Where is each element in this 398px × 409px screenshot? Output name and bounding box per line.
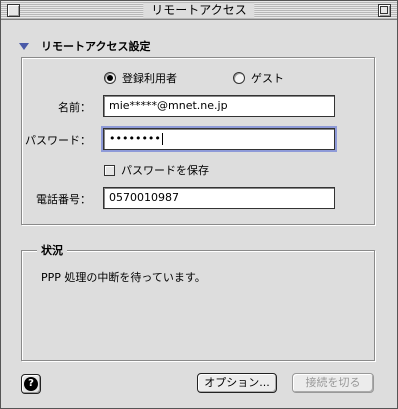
save-password-checkbox-control[interactable] [104,164,115,176]
zoom-box[interactable] [378,4,391,17]
name-label: 名前： [58,101,91,114]
close-box[interactable] [7,4,20,17]
phone-label: 電話番号： [36,193,91,206]
title-bar[interactable]: リモートアクセス [1,1,397,20]
text-caret [161,133,163,145]
settings-disclosure[interactable]: リモートアクセス設定 [19,38,150,54]
save-password-label: パスワードを保存 [121,164,209,177]
password-value: •••••••• [109,132,161,145]
radio-guest-label: ゲスト [251,72,284,85]
save-password-checkbox[interactable]: パスワードを保存 [104,162,209,178]
radio-registered-user[interactable]: 登録利用者 [104,70,177,86]
status-group [21,250,375,361]
disclosure-triangle-icon[interactable] [19,42,29,50]
options-button[interactable]: オプション... [197,373,277,393]
radio-registered-user-label: 登録利用者 [122,72,177,85]
status-message: PPP 処理の中断を待っています。 [41,271,206,284]
disconnect-button[interactable]: 接続を切る [292,373,374,393]
remote-access-window: リモートアクセス リモートアクセス設定 登録利用者 ゲスト 名前： mie***… [0,0,398,409]
help-icon: ? [24,377,38,391]
help-button[interactable]: ? [21,374,41,394]
radio-guest-control[interactable] [233,72,245,84]
window-title: リモートアクセス [143,3,255,18]
settings-section-title: リモートアクセス設定 [41,40,151,53]
password-field[interactable]: •••••••• [101,126,337,152]
status-title: 状況 [37,242,67,258]
radio-registered-user-control[interactable] [104,72,116,84]
name-field[interactable]: mie*****@mnet.ne.jp [103,95,335,117]
radio-guest[interactable]: ゲスト [233,70,284,86]
password-label: パスワード： [25,134,91,147]
phone-field[interactable]: 0570010987 [103,187,335,209]
